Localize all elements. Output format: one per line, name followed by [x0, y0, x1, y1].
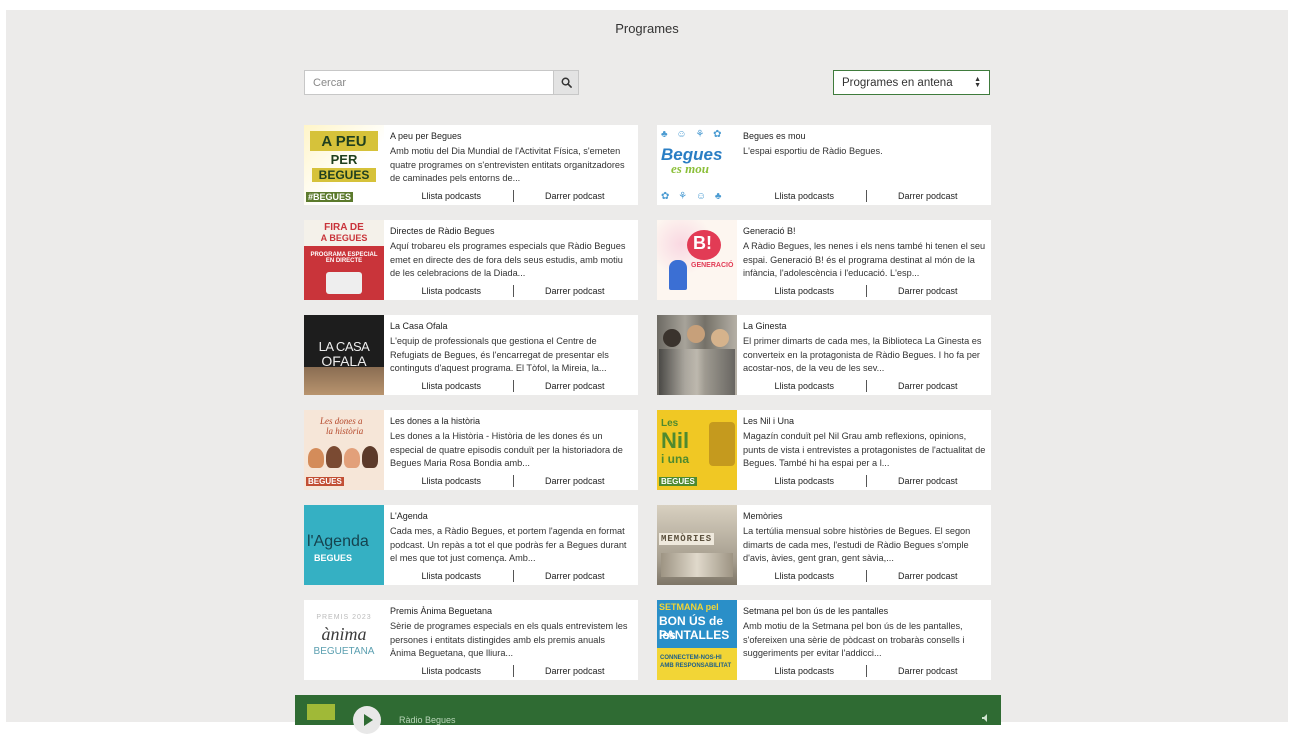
podcast-list-link[interactable]: Llista podcasts — [743, 189, 866, 203]
latest-podcast-link[interactable]: Darrer podcast — [867, 664, 990, 678]
program-description: Amb motiu de la Setmana pel bon ús de le… — [743, 621, 965, 658]
program-card: MEMÒRIES Memòries La tertúlia mensual so… — [657, 505, 991, 585]
latest-podcast-link[interactable]: Darrer podcast — [867, 474, 990, 488]
podcast-list-link[interactable]: Llista podcasts — [743, 379, 866, 393]
latest-podcast-link[interactable]: Darrer podcast — [514, 664, 637, 678]
program-title[interactable]: Generació B! — [743, 226, 796, 236]
latest-podcast-link[interactable]: Darrer podcast — [514, 284, 637, 298]
program-card: La Ginesta El primer dimarts de cada mes… — [657, 315, 991, 395]
program-thumbnail: A PEU PER BEGUES #BEGUES — [304, 125, 384, 205]
podcast-list-link[interactable]: Llista podcasts — [390, 284, 513, 298]
latest-podcast-link[interactable]: Darrer podcast — [514, 189, 637, 203]
program-card: B! GENERACIÓ Generació B! A Ràdio Begues… — [657, 220, 991, 300]
podcast-list-link[interactable]: Llista podcasts — [390, 474, 513, 488]
program-thumbnail: MEMÒRIES — [657, 505, 737, 585]
program-title[interactable]: L'Agenda — [390, 511, 428, 521]
page-title: Programes — [615, 21, 679, 36]
program-title[interactable]: Setmana pel bon ús de les pantalles — [743, 606, 888, 616]
latest-podcast-link[interactable]: Darrer podcast — [514, 474, 637, 488]
program-links: Llista podcasts Darrer podcast — [743, 569, 989, 583]
program-description: L'equip de professionals que gestiona el… — [390, 336, 609, 373]
latest-podcast-link[interactable]: Darrer podcast — [867, 569, 990, 583]
podcast-list-link[interactable]: Llista podcasts — [743, 284, 866, 298]
program-description: Magazín conduït pel Nil Grau amb reflexi… — [743, 431, 986, 468]
program-description: Sèrie de programes especials en els qual… — [390, 621, 628, 658]
program-links: Llista podcasts Darrer podcast — [743, 379, 989, 393]
program-card: ♣ ☺ ⚘ ✿ Begues es mou ✿ ⚘ ☺ ♣ Begues es … — [657, 125, 991, 205]
program-links: Llista podcasts Darrer podcast — [743, 189, 989, 203]
program-thumbnail — [657, 315, 737, 395]
podcast-list-link[interactable]: Llista podcasts — [390, 569, 513, 583]
program-card: Les dones a la història BEGUES Les dones… — [304, 410, 638, 490]
program-card: PREMIS 2023 ànima BEGUETANA Premis Ànima… — [304, 600, 638, 680]
search-input[interactable] — [304, 70, 553, 95]
player-title: Ràdio Begues — [399, 715, 456, 725]
program-description: Les dones a la Història - Història de le… — [390, 431, 623, 468]
program-title[interactable]: Les Nil i Una — [743, 416, 794, 426]
latest-podcast-link[interactable]: Darrer podcast — [514, 569, 637, 583]
program-thumbnail: SETMANA pel BON ÚS de les PANTALLES CONN… — [657, 600, 737, 680]
program-description: Amb motiu del Dia Mundial de l'Activitat… — [390, 146, 625, 183]
program-links: Llista podcasts Darrer podcast — [743, 284, 989, 298]
program-description: L'espai esportiu de Ràdio Begues. — [743, 146, 883, 156]
program-card: Les Nil i una BEGUES Les Nil i Una Magaz… — [657, 410, 991, 490]
program-links: Llista podcasts Darrer podcast — [390, 379, 636, 393]
page: Programes Programes en antena ▲▼ A PEU P… — [6, 10, 1288, 734]
program-links: Llista podcasts Darrer podcast — [390, 189, 636, 203]
radio-logo — [307, 704, 335, 720]
play-button[interactable] — [353, 706, 381, 734]
program-description: Cada mes, a Ràdio Begues, et portem l'ag… — [390, 526, 627, 563]
program-description: A Ràdio Begues, les nenes i els nens tam… — [743, 241, 986, 278]
program-links: Llista podcasts Darrer podcast — [390, 569, 636, 583]
audio-player-bar: Ràdio Begues — [295, 695, 1001, 734]
podcast-list-link[interactable]: Llista podcasts — [390, 664, 513, 678]
program-title[interactable]: A peu per Begues — [390, 131, 462, 141]
latest-podcast-link[interactable]: Darrer podcast — [867, 284, 990, 298]
program-thumbnail: l'Agenda BEGUES — [304, 505, 384, 585]
podcast-list-link[interactable]: Llista podcasts — [743, 569, 866, 583]
podcast-list-link[interactable]: Llista podcasts — [743, 474, 866, 488]
program-title[interactable]: La Ginesta — [743, 321, 787, 331]
program-title[interactable]: Begues es mou — [743, 131, 806, 141]
search-icon — [561, 77, 572, 88]
program-title[interactable]: Les dones a la història — [390, 416, 480, 426]
podcast-list-link[interactable]: Llista podcasts — [390, 189, 513, 203]
podcast-list-link[interactable]: Llista podcasts — [390, 379, 513, 393]
program-links: Llista podcasts Darrer podcast — [390, 474, 636, 488]
program-title[interactable]: Memòries — [743, 511, 783, 521]
program-card: A PEU PER BEGUES #BEGUES A peu per Begue… — [304, 125, 638, 205]
program-links: Llista podcasts Darrer podcast — [390, 664, 636, 678]
program-thumbnail: FIRA DE A BEGUES PROGRAMA ESPECIAL EN DI… — [304, 220, 384, 300]
program-thumbnail: B! GENERACIÓ — [657, 220, 737, 300]
latest-podcast-link[interactable]: Darrer podcast — [514, 379, 637, 393]
program-description: El primer dimarts de cada mes, la Biblio… — [743, 336, 982, 373]
program-thumbnail: LA CASA OFALA — [304, 315, 384, 395]
program-links: Llista podcasts Darrer podcast — [390, 284, 636, 298]
program-title[interactable]: Directes de Ràdio Begues — [390, 226, 495, 236]
program-thumbnail: ♣ ☺ ⚘ ✿ Begues es mou ✿ ⚘ ☺ ♣ — [657, 125, 737, 205]
program-links: Llista podcasts Darrer podcast — [743, 664, 989, 678]
program-card: SETMANA pel BON ÚS de les PANTALLES CONN… — [657, 600, 991, 680]
podcast-list-link[interactable]: Llista podcasts — [743, 664, 866, 678]
program-description: La tertúlia mensual sobre històries de B… — [743, 526, 971, 563]
program-thumbnail: PREMIS 2023 ànima BEGUETANA — [304, 600, 384, 680]
latest-podcast-link[interactable]: Darrer podcast — [867, 379, 990, 393]
search-bar — [304, 70, 579, 95]
program-thumbnail: Les dones a la història BEGUES — [304, 410, 384, 490]
latest-podcast-link[interactable]: Darrer podcast — [867, 189, 990, 203]
program-links: Llista podcasts Darrer podcast — [743, 474, 989, 488]
search-button[interactable] — [553, 70, 579, 95]
program-title[interactable]: La Casa Ofala — [390, 321, 448, 331]
program-title[interactable]: Premis Ànima Beguetana — [390, 606, 492, 616]
program-thumbnail: Les Nil i una BEGUES — [657, 410, 737, 490]
program-card: l'Agenda BEGUES L'Agenda Cada mes, a Ràd… — [304, 505, 638, 585]
program-card: FIRA DE A BEGUES PROGRAMA ESPECIAL EN DI… — [304, 220, 638, 300]
program-filter-value: Programes en antena — [842, 76, 953, 89]
program-filter-select[interactable]: Programes en antena ▲ ▼ — [833, 70, 990, 95]
select-arrows-icon: ▲ ▼ — [974, 75, 981, 89]
program-card: LA CASA OFALA La Casa Ofala L'equip de p… — [304, 315, 638, 395]
program-description: Aquí trobareu els programes especials qu… — [390, 241, 626, 278]
